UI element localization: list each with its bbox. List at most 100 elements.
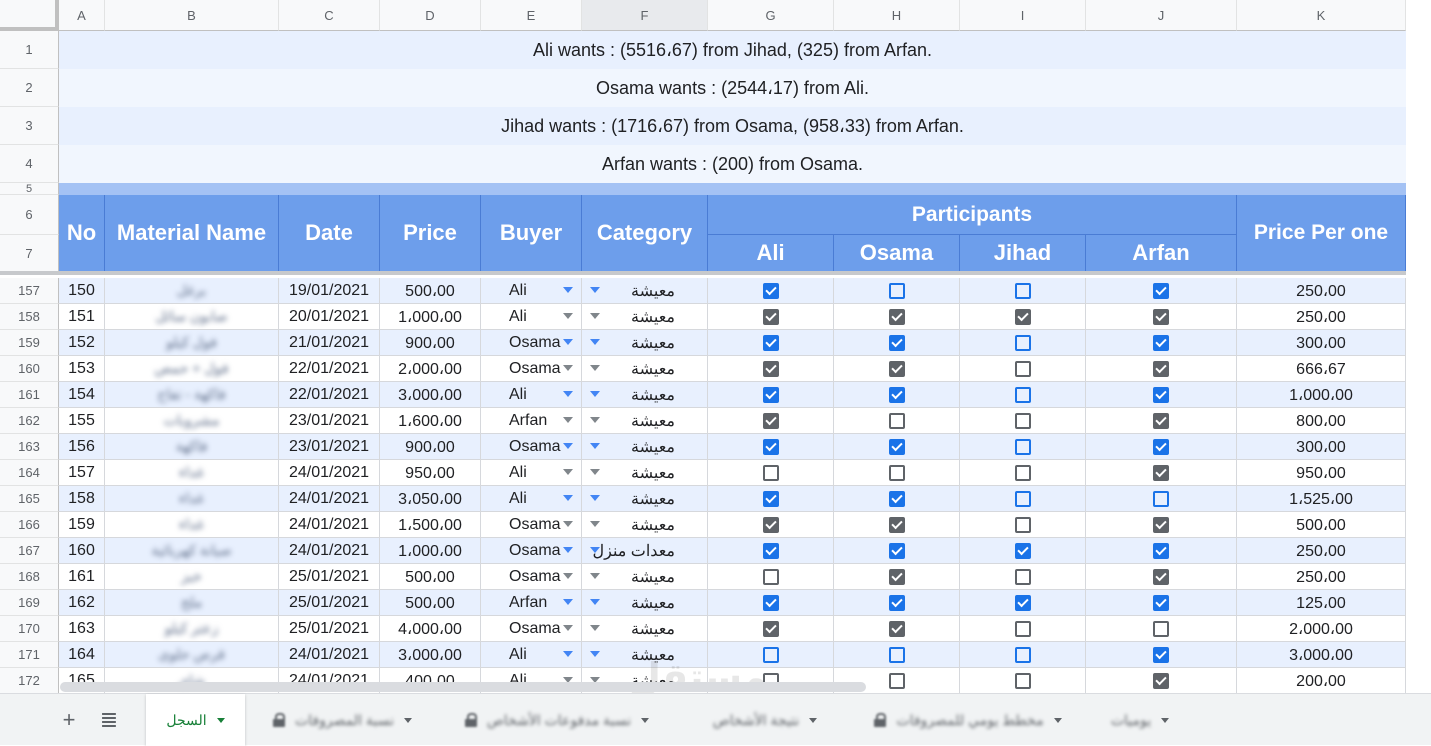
header-price-per-one[interactable]: Price Per one <box>1237 195 1406 272</box>
cell-date[interactable]: 24/01/2021 <box>279 538 380 564</box>
column-header-j[interactable]: J <box>1086 0 1237 31</box>
cell-material-name[interactable]: قرص حلوى <box>105 642 279 668</box>
cell-material-name[interactable]: زعتر كيلو <box>105 616 279 642</box>
sheet-tab-3[interactable]: نسبة مدفوعات الأشخاص <box>442 694 672 746</box>
buyer-dropdown[interactable]: Ali <box>481 642 582 668</box>
cell-date[interactable]: 23/01/2021 <box>279 434 380 460</box>
cell-price-per-one[interactable]: 950،00 <box>1237 460 1406 486</box>
row-header[interactable]: 165 <box>0 486 59 512</box>
row-header[interactable]: 158 <box>0 304 59 330</box>
cell-no[interactable]: 158 <box>59 486 105 512</box>
cell-price[interactable]: 3،000،00 <box>380 382 481 408</box>
cell-no[interactable]: 156 <box>59 434 105 460</box>
checkbox-participant-osama[interactable] <box>888 646 905 663</box>
category-dropdown[interactable]: معيشة <box>582 616 708 642</box>
row-header[interactable]: 3 <box>0 107 59 145</box>
checkbox-participant-jihad[interactable] <box>1014 438 1031 455</box>
buyer-dropdown[interactable]: Ali <box>481 304 582 330</box>
checkbox-participant-jihad[interactable] <box>1014 360 1031 377</box>
checkbox-participant-jihad[interactable] <box>1014 490 1031 507</box>
header-participant-ali[interactable]: Ali <box>708 235 834 272</box>
chevron-down-icon[interactable] <box>563 287 573 293</box>
row-header[interactable]: 171 <box>0 642 59 668</box>
cell-price-per-one[interactable]: 200،00 <box>1237 668 1406 694</box>
checkbox-participant-ali[interactable] <box>762 516 779 533</box>
header-buyer[interactable]: Buyer <box>481 195 582 272</box>
horizontal-scrollbar[interactable] <box>60 682 866 692</box>
row-header[interactable]: 6 <box>0 195 59 235</box>
cell-price[interactable]: 1،500،00 <box>380 512 481 538</box>
cell-price[interactable]: 1،600،00 <box>380 408 481 434</box>
add-sheet-icon[interactable]: + <box>50 694 88 746</box>
cell-material-name[interactable]: غداء <box>105 486 279 512</box>
cell-date[interactable]: 25/01/2021 <box>279 616 380 642</box>
row-header[interactable]: 1 <box>0 31 59 69</box>
cell-price-per-one[interactable]: 300،00 <box>1237 330 1406 356</box>
checkbox-participant-jihad[interactable] <box>1014 308 1031 325</box>
checkbox-participant-ali[interactable] <box>762 490 779 507</box>
sheet-tab-4[interactable]: نتيجة الأشخاص <box>680 694 850 746</box>
category-dropdown[interactable]: معدات منزل <box>582 538 708 564</box>
summary-line-jihad[interactable]: Jihad wants : (1716،67) from Osama, (958… <box>59 107 1406 145</box>
cell-material-name[interactable]: غداء <box>105 460 279 486</box>
buyer-dropdown[interactable]: Osama <box>481 434 582 460</box>
checkbox-participant-arfan[interactable] <box>1153 412 1169 429</box>
cell-price[interactable]: 3،050،00 <box>380 486 481 512</box>
cell-price[interactable]: 1،000،00 <box>380 304 481 330</box>
cell-price-per-one[interactable]: 500،00 <box>1237 512 1406 538</box>
row-header[interactable]: 4 <box>0 145 59 183</box>
chevron-down-icon[interactable] <box>563 573 573 579</box>
row-header[interactable]: 170 <box>0 616 59 642</box>
select-all-corner[interactable] <box>0 0 59 31</box>
checkbox-participant-ali[interactable] <box>762 282 779 299</box>
row-header[interactable]: 2 <box>0 69 59 107</box>
cell-no[interactable]: 152 <box>59 330 105 356</box>
cell-material-name[interactable]: فاكهة <box>105 434 279 460</box>
cell-date[interactable]: 22/01/2021 <box>279 382 380 408</box>
checkbox-participant-osama[interactable] <box>888 438 905 455</box>
cell-price[interactable]: 900،00 <box>380 330 481 356</box>
row-header[interactable]: 160 <box>0 356 59 382</box>
category-dropdown[interactable]: معيشة <box>582 278 708 304</box>
cell-date[interactable]: 23/01/2021 <box>279 408 380 434</box>
header-participant-jihad[interactable]: Jihad <box>960 235 1086 272</box>
buyer-dropdown[interactable]: Ali <box>481 486 582 512</box>
checkbox-participant-arfan[interactable] <box>1153 282 1169 299</box>
summary-line-osama[interactable]: Osama wants : (2544،17) from Ali. <box>59 69 1406 107</box>
cell-date[interactable]: 24/01/2021 <box>279 642 380 668</box>
buyer-dropdown[interactable]: Ali <box>481 460 582 486</box>
spreadsheet[interactable]: ABCDEFGHIJK 1 2 3 4 5 6 7 157 158 159 160 161 162 163… <box>0 0 1431 746</box>
checkbox-participant-jihad[interactable] <box>1014 542 1031 559</box>
checkbox-participant-osama[interactable] <box>888 282 905 299</box>
cell-price[interactable]: 900،00 <box>380 434 481 460</box>
cell-price-per-one[interactable]: 1،000،00 <box>1237 382 1406 408</box>
checkbox-participant-osama[interactable] <box>888 672 905 689</box>
checkbox-participant-ali[interactable] <box>762 386 779 403</box>
checkbox-participant-arfan[interactable] <box>1153 542 1169 559</box>
chevron-down-icon[interactable] <box>563 417 573 423</box>
chevron-down-icon[interactable] <box>590 417 600 423</box>
column-header-f[interactable]: F <box>582 0 708 31</box>
checkbox-participant-arfan[interactable] <box>1153 620 1169 637</box>
category-dropdown[interactable]: معيشة <box>582 564 708 590</box>
cell-date[interactable]: 24/01/2021 <box>279 512 380 538</box>
category-dropdown[interactable]: معيشة <box>582 486 708 512</box>
buyer-dropdown[interactable]: Osama <box>481 564 582 590</box>
chevron-down-icon[interactable] <box>563 625 573 631</box>
category-dropdown[interactable]: معيشة <box>582 590 708 616</box>
sheet-tab-6[interactable]: يوميات <box>1090 694 1190 746</box>
column-header-b[interactable]: B <box>105 0 279 31</box>
checkbox-participant-jihad[interactable] <box>1014 516 1031 533</box>
cell-material-name[interactable]: فول + حمص <box>105 356 279 382</box>
chevron-down-icon[interactable] <box>590 651 600 657</box>
cell-price[interactable]: 3،000،00 <box>380 642 481 668</box>
category-dropdown[interactable]: معيشة <box>582 460 708 486</box>
checkbox-participant-osama[interactable] <box>888 334 905 351</box>
chevron-down-icon[interactable] <box>590 573 600 579</box>
checkbox-participant-osama[interactable] <box>888 516 905 533</box>
checkbox-participant-arfan[interactable] <box>1153 672 1169 689</box>
buyer-dropdown[interactable]: Osama <box>481 330 582 356</box>
checkbox-participant-osama[interactable] <box>888 412 905 429</box>
checkbox-participant-arfan[interactable] <box>1153 516 1169 533</box>
checkbox-participant-ali[interactable] <box>762 568 779 585</box>
